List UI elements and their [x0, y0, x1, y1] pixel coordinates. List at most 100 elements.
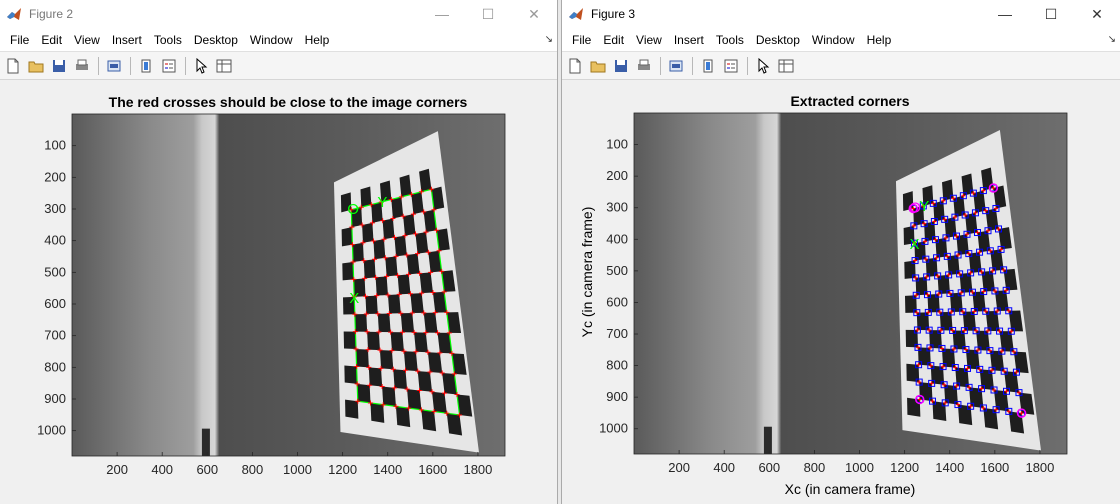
- save-icon[interactable]: [48, 55, 70, 77]
- new-figure-icon[interactable]: [564, 55, 586, 77]
- checker-square: [343, 331, 357, 350]
- save-icon[interactable]: [610, 55, 632, 77]
- y-tick-label: 300: [606, 200, 628, 215]
- y-tick-label: 400: [44, 233, 66, 248]
- x-tick-label: 200: [106, 462, 128, 477]
- checker-square: [406, 253, 420, 275]
- menu-edit[interactable]: Edit: [35, 28, 68, 52]
- plot-right[interactable]: Extracted corners Xc (in camera frame) Y…: [562, 81, 1120, 504]
- open-icon[interactable]: [587, 55, 609, 77]
- figure-3-window: Figure 3 — ☐ ✕ File Edit View Insert Too…: [561, 0, 1120, 504]
- checker-square: [370, 402, 385, 423]
- menu-edit[interactable]: Edit: [597, 28, 630, 52]
- x-tick-label: 200: [668, 460, 690, 475]
- y-tick-label: 900: [44, 391, 66, 406]
- y-tick-label: 500: [606, 263, 628, 278]
- x-tick-label: 400: [713, 460, 735, 475]
- window-title: Figure 3: [591, 7, 636, 21]
- close-button[interactable]: ✕: [1074, 0, 1120, 28]
- pointer-icon[interactable]: [190, 55, 212, 77]
- property-editor-icon[interactable]: [213, 55, 235, 77]
- matlab-logo-icon: [7, 8, 21, 20]
- menu-insert[interactable]: Insert: [668, 28, 710, 52]
- y-axis-marker: Y: [919, 198, 929, 215]
- plot-title: Extracted corners: [790, 93, 909, 109]
- menu-file[interactable]: File: [566, 28, 597, 52]
- menu-view[interactable]: View: [630, 28, 668, 52]
- maximize-button[interactable]: ☐: [1028, 0, 1074, 28]
- y-tick-label: 200: [606, 168, 628, 183]
- menu-window[interactable]: Window: [806, 28, 861, 52]
- checker-square: [360, 186, 372, 208]
- title-bar[interactable]: Figure 2 — ☐ ✕: [0, 0, 557, 28]
- title-bar[interactable]: Figure 3 — ☐ ✕: [562, 0, 1120, 28]
- menu-file[interactable]: File: [4, 28, 35, 52]
- y-tick-label: 800: [606, 358, 628, 373]
- minimize-button[interactable]: —: [982, 0, 1028, 28]
- menu-window[interactable]: Window: [244, 28, 299, 52]
- y-tick-label: 400: [606, 231, 628, 246]
- colorbar-icon[interactable]: [697, 55, 719, 77]
- link-plot-icon[interactable]: [665, 55, 687, 77]
- menu-tools[interactable]: Tools: [710, 28, 750, 52]
- y-tick-label: 900: [606, 389, 628, 404]
- minimize-button[interactable]: —: [419, 0, 465, 28]
- checker-square: [375, 276, 388, 296]
- y-tick-label: 1000: [599, 421, 628, 436]
- menu-help[interactable]: Help: [861, 28, 898, 52]
- x-tick-label: 1800: [1025, 460, 1054, 475]
- close-button[interactable]: ✕: [511, 0, 557, 28]
- toolbar: [562, 52, 1120, 80]
- dock-arrow-icon[interactable]: ↘: [1108, 34, 1116, 45]
- y-tick-label: 600: [606, 294, 628, 309]
- new-figure-icon[interactable]: [2, 55, 24, 77]
- x-axis-marker: X: [349, 290, 359, 307]
- x-tick-label: 1000: [283, 462, 312, 477]
- checker-square: [362, 222, 374, 243]
- property-editor-icon[interactable]: [775, 55, 797, 77]
- y-tick-label: 100: [606, 137, 628, 152]
- checker-square: [373, 239, 386, 260]
- menu-view[interactable]: View: [68, 28, 106, 52]
- menu-tools[interactable]: Tools: [148, 28, 188, 52]
- maximize-button[interactable]: ☐: [465, 0, 511, 28]
- x-tick-label: 1200: [890, 460, 919, 475]
- checker-square: [365, 295, 378, 314]
- pointer-icon[interactable]: [752, 55, 774, 77]
- print-icon[interactable]: [71, 55, 93, 77]
- legend-icon[interactable]: [158, 55, 180, 77]
- menu-bar: File Edit View Insert Tools Desktop Wind…: [0, 28, 557, 52]
- x-tick-label: 1600: [418, 462, 447, 477]
- menu-desktop[interactable]: Desktop: [188, 28, 244, 52]
- x-tick-label: 1400: [935, 460, 964, 475]
- checker-square: [403, 214, 416, 236]
- y-tick-label: 800: [44, 359, 66, 374]
- checker-square: [363, 259, 376, 279]
- y-tick-label: 700: [606, 326, 628, 341]
- dock-arrow-icon[interactable]: ↘: [545, 34, 553, 45]
- checker-square: [344, 365, 358, 384]
- checker-square: [399, 174, 412, 197]
- x-tick-label: 1400: [373, 462, 402, 477]
- menu-help[interactable]: Help: [299, 28, 336, 52]
- colorbar-icon[interactable]: [135, 55, 157, 77]
- print-icon[interactable]: [633, 55, 655, 77]
- plot-title: The red crosses should be close to the i…: [109, 94, 468, 110]
- checker-square: [385, 256, 398, 277]
- checker-square: [419, 272, 433, 294]
- checker-square: [356, 349, 369, 368]
- matlab-logo-icon: [569, 8, 583, 20]
- y-tick-label: 100: [44, 138, 66, 153]
- menu-desktop[interactable]: Desktop: [750, 28, 806, 52]
- legend-icon[interactable]: [720, 55, 742, 77]
- menu-bar: File Edit View Insert Tools Desktop Wind…: [562, 28, 1120, 52]
- x-tick-label: 1600: [980, 460, 1009, 475]
- open-icon[interactable]: [25, 55, 47, 77]
- x-tick-label: 600: [196, 462, 218, 477]
- plot-left[interactable]: The red crosses should be close to the i…: [0, 81, 558, 504]
- checker-square: [357, 383, 371, 403]
- link-plot-icon[interactable]: [103, 55, 125, 77]
- menu-insert[interactable]: Insert: [106, 28, 148, 52]
- checker-square: [397, 274, 411, 295]
- x-axis-label: Xc (in camera frame): [785, 481, 916, 497]
